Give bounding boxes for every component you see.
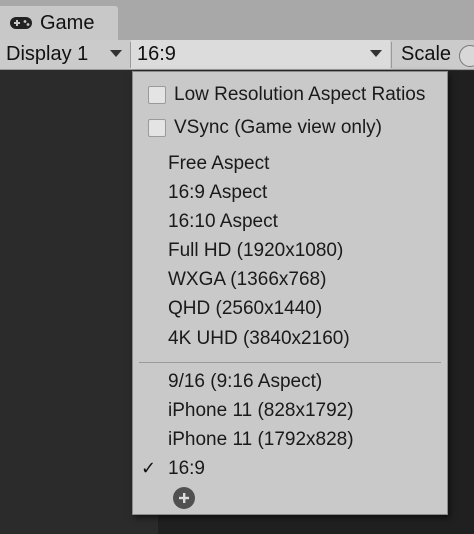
menu-item-label: QHD (2560x1440) <box>168 297 323 319</box>
menu-item-label: 16:9 <box>168 457 205 479</box>
plus-circle-icon <box>179 493 189 503</box>
tab-title: Game <box>40 11 95 34</box>
menu-item-16-9-custom[interactable]: ✓ 16:9 <box>133 454 447 483</box>
checkmark-icon: ✓ <box>141 458 157 478</box>
menu-item-iphone-11-portrait[interactable]: iPhone 11 (828x1792) <box>133 396 447 425</box>
low-resolution-checkbox[interactable] <box>148 85 166 104</box>
tab-bar: Game <box>0 0 474 40</box>
menu-item-4k-uhd[interactable]: 4K UHD (3840x2160) <box>133 324 447 353</box>
menu-item-16-10-aspect[interactable]: 16:10 Aspect <box>133 207 447 236</box>
menu-item-iphone-11-landscape[interactable]: iPhone 11 (1792x828) <box>133 425 447 454</box>
menu-item-16-9-aspect[interactable]: 16:9 Aspect <box>133 178 447 207</box>
scale-slider-handle[interactable] <box>459 45 474 67</box>
aspect-dropdown-label: 16:9 <box>137 43 176 65</box>
toolbar-divider <box>391 42 392 68</box>
aspect-ratio-menu: Low Resolution Aspect Ratios VSync (Game… <box>132 71 448 515</box>
toggle-vsync[interactable]: VSync (Game view only) <box>133 113 447 142</box>
game-toolbar: Display 1 16:9 Scale <box>0 40 474 70</box>
menu-item-label: 16:9 Aspect <box>168 181 268 203</box>
menu-item-9-16-aspect[interactable]: 9/16 (9:16 Aspect) <box>133 367 447 396</box>
menu-item-full-hd[interactable]: Full HD (1920x1080) <box>133 236 447 265</box>
menu-item-label: VSync (Game view only) <box>174 116 383 138</box>
menu-item-label: iPhone 11 (1792x828) <box>168 428 354 450</box>
menu-item-qhd[interactable]: QHD (2560x1440) <box>133 294 447 323</box>
menu-item-label: iPhone 11 (828x1792) <box>168 399 354 421</box>
menu-item-label: Full HD (1920x1080) <box>168 239 344 261</box>
display-dropdown-label: Display 1 <box>6 43 89 65</box>
menu-item-label: Low Resolution Aspect Ratios <box>174 83 426 105</box>
menu-item-label: 16:10 Aspect <box>168 210 278 232</box>
toggle-low-resolution[interactable]: Low Resolution Aspect Ratios <box>133 80 447 109</box>
aspect-dropdown[interactable]: 16:9 <box>131 40 390 69</box>
menu-item-label: 4K UHD (3840x2160) <box>168 327 350 349</box>
menu-item-label: WXGA (1366x768) <box>168 268 327 290</box>
add-aspect-button[interactable] <box>173 487 195 509</box>
menu-item-label: Free Aspect <box>168 152 270 174</box>
menu-item-label: 9/16 (9:16 Aspect) <box>168 370 323 392</box>
menu-divider <box>139 362 441 363</box>
vsync-checkbox[interactable] <box>148 118 166 137</box>
menu-item-wxga[interactable]: WXGA (1366x768) <box>133 265 447 294</box>
gamepad-icon <box>8 15 34 31</box>
tab-game[interactable]: Game <box>0 6 118 40</box>
scale-label: Scale <box>401 43 452 65</box>
chevron-down-icon <box>370 50 382 57</box>
display-dropdown[interactable]: Display 1 <box>0 40 130 69</box>
chevron-down-icon <box>110 50 122 57</box>
menu-item-free-aspect[interactable]: Free Aspect <box>133 149 447 178</box>
